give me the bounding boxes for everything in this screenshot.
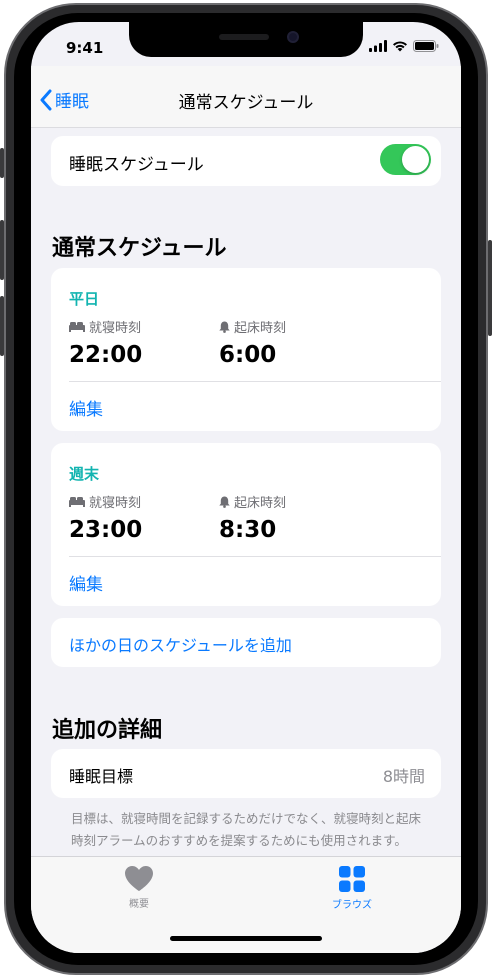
tab-summary[interactable]: 概要 bbox=[79, 865, 199, 910]
sleep-goal-value: 8時間 bbox=[382, 767, 425, 786]
weekday-bedtime-value: 22:00 bbox=[69, 342, 143, 368]
weekday-schedule-card: 平日 就寝時刻 22:00 起床時刻 6:00 編集 bbox=[51, 268, 441, 431]
weekend-bedtime-label: 就寝時刻 bbox=[89, 496, 142, 511]
front-camera bbox=[287, 31, 299, 43]
toggle-knob bbox=[402, 146, 429, 173]
battery-icon bbox=[413, 40, 439, 52]
tab-browse[interactable]: ブラウズ bbox=[292, 865, 412, 911]
weekend-schedule-card: 週末 就寝時刻 23:00 起床時刻 8:30 編集 bbox=[51, 443, 441, 606]
bell-icon bbox=[219, 321, 230, 333]
weekend-edit-button[interactable]: 編集 bbox=[69, 570, 103, 595]
weekend-wakeup-label: 起床時刻 bbox=[234, 496, 287, 511]
sleep-goal-row[interactable]: 睡眠目標 8時間 bbox=[51, 749, 441, 798]
additional-details-heading: 追加の詳細 bbox=[52, 718, 163, 743]
sleep-goal-footnote: 目標は、就寝時間を記録するためだけでなく、就寝時刻と起床時刻アラームのおすすめを… bbox=[71, 811, 422, 848]
bell-icon bbox=[219, 496, 230, 508]
sleep-schedule-toggle[interactable] bbox=[380, 144, 431, 175]
divider bbox=[69, 381, 441, 382]
cellular-signal-icon bbox=[369, 40, 387, 52]
add-schedule-card[interactable]: ほかの日のスケジュールを追加 bbox=[51, 618, 441, 667]
weekday-wakeup-value: 6:00 bbox=[219, 342, 277, 368]
divider bbox=[69, 556, 441, 557]
bed-icon bbox=[69, 497, 85, 507]
silent-switch bbox=[0, 148, 4, 178]
weekday-bedtime-label: 就寝時刻 bbox=[89, 321, 142, 336]
weekend-bedtime-value: 23:00 bbox=[69, 517, 143, 543]
home-indicator[interactable] bbox=[170, 936, 322, 941]
grid-icon bbox=[339, 866, 365, 892]
status-time: 9:41 bbox=[66, 39, 104, 57]
screen: 9:41 睡眠 通常スケジュール 睡眠スケジュール 通常スケジュール 平日 就寝… bbox=[31, 22, 461, 953]
weekend-bedtime: 就寝時刻 23:00 bbox=[69, 492, 142, 543]
weekday-bedtime: 就寝時刻 22:00 bbox=[69, 317, 142, 368]
notch bbox=[129, 22, 363, 57]
sleep-schedule-label: 睡眠スケジュール bbox=[69, 155, 204, 175]
heart-icon bbox=[125, 866, 153, 891]
volume-up-button bbox=[0, 220, 4, 280]
weekday-wakeup: 起床時刻 6:00 bbox=[219, 317, 286, 368]
bed-icon bbox=[69, 322, 85, 332]
weekend-wakeup-value: 8:30 bbox=[219, 517, 277, 543]
page-title: 通常スケジュール bbox=[178, 93, 314, 113]
sleep-schedule-card: 睡眠スケジュール bbox=[51, 136, 441, 186]
regular-schedule-heading: 通常スケジュール bbox=[52, 236, 227, 261]
weekday-title: 平日 bbox=[69, 290, 100, 308]
speaker-grille bbox=[219, 34, 269, 40]
volume-down-button bbox=[0, 296, 4, 356]
power-button bbox=[488, 240, 492, 336]
navigation-bar: 睡眠 通常スケジュール bbox=[31, 66, 461, 128]
sleep-goal-label: 睡眠目標 bbox=[69, 767, 134, 786]
weekend-wakeup: 起床時刻 8:30 bbox=[219, 492, 286, 543]
wifi-icon bbox=[393, 41, 407, 52]
tab-summary-label: 概要 bbox=[129, 899, 149, 910]
status-icons bbox=[369, 40, 439, 52]
weekend-title: 週末 bbox=[69, 465, 100, 483]
weekday-wakeup-label: 起床時刻 bbox=[234, 321, 287, 336]
weekday-edit-button[interactable]: 編集 bbox=[69, 395, 103, 420]
add-schedule-link[interactable]: ほかの日のスケジュールを追加 bbox=[69, 632, 292, 656]
tab-browse-label: ブラウズ bbox=[332, 900, 372, 911]
